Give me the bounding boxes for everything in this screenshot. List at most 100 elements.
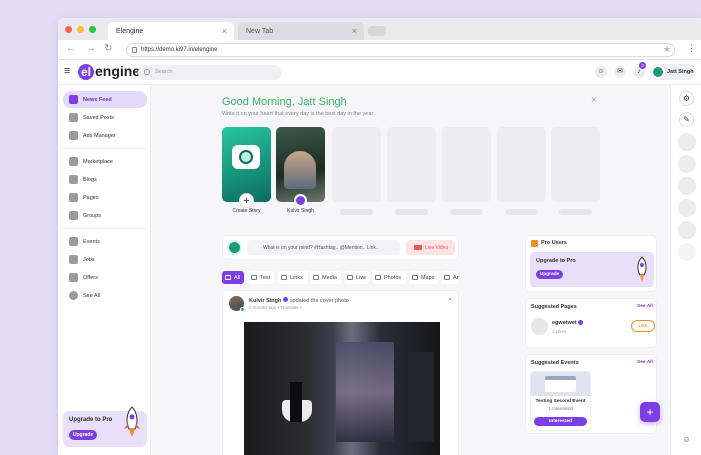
blog-icon: [69, 175, 78, 184]
filter-text[interactable]: Text: [248, 271, 274, 284]
sidebar-item-label: News Feed: [83, 97, 112, 103]
upgrade-button[interactable]: Upgrade: [536, 270, 563, 279]
back-icon[interactable]: ←: [66, 43, 76, 54]
live-icon: [347, 275, 353, 280]
filter-label: Text: [260, 275, 271, 281]
contact-avatar[interactable]: [678, 221, 696, 239]
sidebar-item-events[interactable]: Events: [63, 233, 147, 250]
post-image[interactable]: [244, 322, 440, 455]
sidebar-item-saved-posts[interactable]: Saved Posts: [63, 109, 147, 126]
post-action: updated the cover photo: [289, 298, 349, 304]
verified-icon: [578, 320, 583, 325]
rocket-icon: [124, 406, 140, 437]
tab-elengine[interactable]: Elengine ×: [108, 22, 234, 40]
filter-live[interactable]: Live: [344, 271, 369, 284]
story-label-placeholder: [559, 209, 592, 215]
filter-label: All: [234, 275, 241, 281]
address-bar-row: ← → ↻ https://demo.ki97.in/elengine ★ ⋮: [58, 40, 701, 60]
suggested-pages-card: Suggested Pages See All egwetwet 1 Likes…: [525, 298, 657, 348]
sidebar-item-ads-manager[interactable]: Ads Manager: [63, 127, 147, 144]
close-window-dot[interactable]: [65, 26, 72, 33]
contact-avatar[interactable]: [678, 155, 696, 173]
star-icon[interactable]: ★: [663, 44, 671, 55]
floating-add-button[interactable]: +: [640, 402, 660, 422]
close-tab-icon[interactable]: ×: [222, 26, 227, 36]
new-tab-button[interactable]: [368, 26, 386, 36]
close-icon[interactable]: ×: [591, 95, 597, 106]
avatar: [227, 240, 242, 255]
store-icon: [69, 157, 78, 166]
edit-icon[interactable]: ✎: [679, 112, 694, 127]
page-name[interactable]: egwetwet: [552, 320, 577, 326]
friends-icon[interactable]: ☺: [595, 66, 607, 78]
add-story-button[interactable]: +: [239, 193, 254, 208]
rocket-icon: [637, 256, 647, 282]
notification-count-badge: 3: [639, 62, 646, 69]
story-label-placeholder: [395, 209, 428, 215]
filter-label: Live: [356, 275, 367, 281]
sidebar-item-pages[interactable]: Pages: [63, 189, 147, 206]
contact-avatar[interactable]: [678, 133, 696, 151]
contact-avatar[interactable]: [678, 199, 696, 217]
filter-media[interactable]: Media: [310, 271, 341, 284]
main-content: Good Morning, Jatt Singh Write it on you…: [151, 85, 669, 455]
contact-avatar[interactable]: [678, 177, 696, 195]
story-card[interactable]: [276, 127, 325, 207]
filter-ar[interactable]: Ar: [441, 271, 459, 284]
divider: [63, 228, 147, 229]
post-menu-icon[interactable]: ⌄: [447, 294, 453, 302]
see-all-link[interactable]: See All: [637, 360, 653, 365]
tab-new-tab[interactable]: New Tab ×: [238, 22, 364, 40]
maximize-window-dot[interactable]: [89, 26, 96, 33]
suggested-events-card: Suggested Events See All Testing Second …: [525, 354, 657, 434]
search-input[interactable]: Search: [138, 65, 282, 80]
upgrade-title: Upgrade to Pro: [69, 417, 113, 423]
live-video-label: Live Video: [425, 245, 449, 251]
url-input[interactable]: https://demo.ki97.in/elengine: [126, 43, 675, 57]
post-author[interactable]: Kulvir Singh: [249, 298, 281, 304]
pro-users-title: Pro Users: [541, 240, 567, 246]
lock-icon: [132, 47, 137, 53]
upgrade-button[interactable]: Upgrade: [69, 430, 97, 440]
filter-links[interactable]: Links: [278, 271, 308, 284]
forward-icon[interactable]: →: [86, 43, 96, 54]
event-card[interactable]: Testing Second Event 1 Interested Intere…: [530, 371, 591, 431]
see-all-link[interactable]: See All: [637, 304, 653, 309]
pro-upgrade-banner: Upgrade to Pro Upgrade: [530, 252, 654, 287]
live-video-button[interactable]: Live Video: [406, 240, 455, 255]
sidebar-item-offers[interactable]: Offers: [63, 269, 147, 286]
like-button[interactable]: Like: [631, 320, 655, 332]
reload-icon[interactable]: ↻: [104, 43, 112, 54]
sidebar-item-marketplace[interactable]: Marketplace: [63, 153, 147, 170]
sidebar-item-label: Pages: [83, 195, 99, 201]
filter-photos[interactable]: Photos: [372, 271, 406, 284]
contact-avatar[interactable]: [678, 243, 696, 261]
sidebar-item-groups[interactable]: Groups: [63, 207, 147, 224]
settings-icon[interactable]: ⚙: [679, 91, 694, 106]
filter-all[interactable]: All: [222, 271, 244, 284]
filter-maps[interactable]: Maps: [409, 271, 438, 284]
search-placeholder: Search: [155, 69, 173, 75]
interested-button[interactable]: Interested: [534, 417, 587, 426]
event-interested-count: 1 Interested: [548, 406, 573, 411]
logo[interactable]: el engine.: [78, 63, 144, 80]
messages-icon[interactable]: ✉: [614, 66, 626, 78]
people-icon[interactable]: ☺: [680, 435, 693, 448]
media-icon: [313, 275, 319, 280]
close-tab-icon[interactable]: ×: [352, 26, 357, 36]
browser-menu-icon[interactable]: ⋮: [687, 43, 696, 54]
sidebar-item-see-all[interactable]: See All: [63, 287, 147, 304]
sidebar-item-label: Groups: [83, 213, 102, 219]
sidebar-item-jobs[interactable]: Jobs: [63, 251, 147, 268]
briefcase-icon: [69, 255, 78, 264]
minimize-window-dot[interactable]: [77, 26, 84, 33]
story-label-placeholder: [450, 209, 483, 215]
hamburger-icon[interactable]: ≡: [64, 65, 70, 77]
sidebar-item-news-feed[interactable]: News Feed: [63, 91, 147, 108]
sidebar-item-blogs[interactable]: Blogs: [63, 171, 147, 188]
sidebar-item-label: See All: [83, 293, 101, 299]
user-menu[interactable]: Jatt Singh: [650, 64, 696, 80]
create-story-card[interactable]: +: [222, 127, 271, 208]
post-composer-input[interactable]: What is on your mind? #Hashtag.. @Mentio…: [247, 240, 400, 255]
filter-label: Maps: [421, 275, 435, 281]
